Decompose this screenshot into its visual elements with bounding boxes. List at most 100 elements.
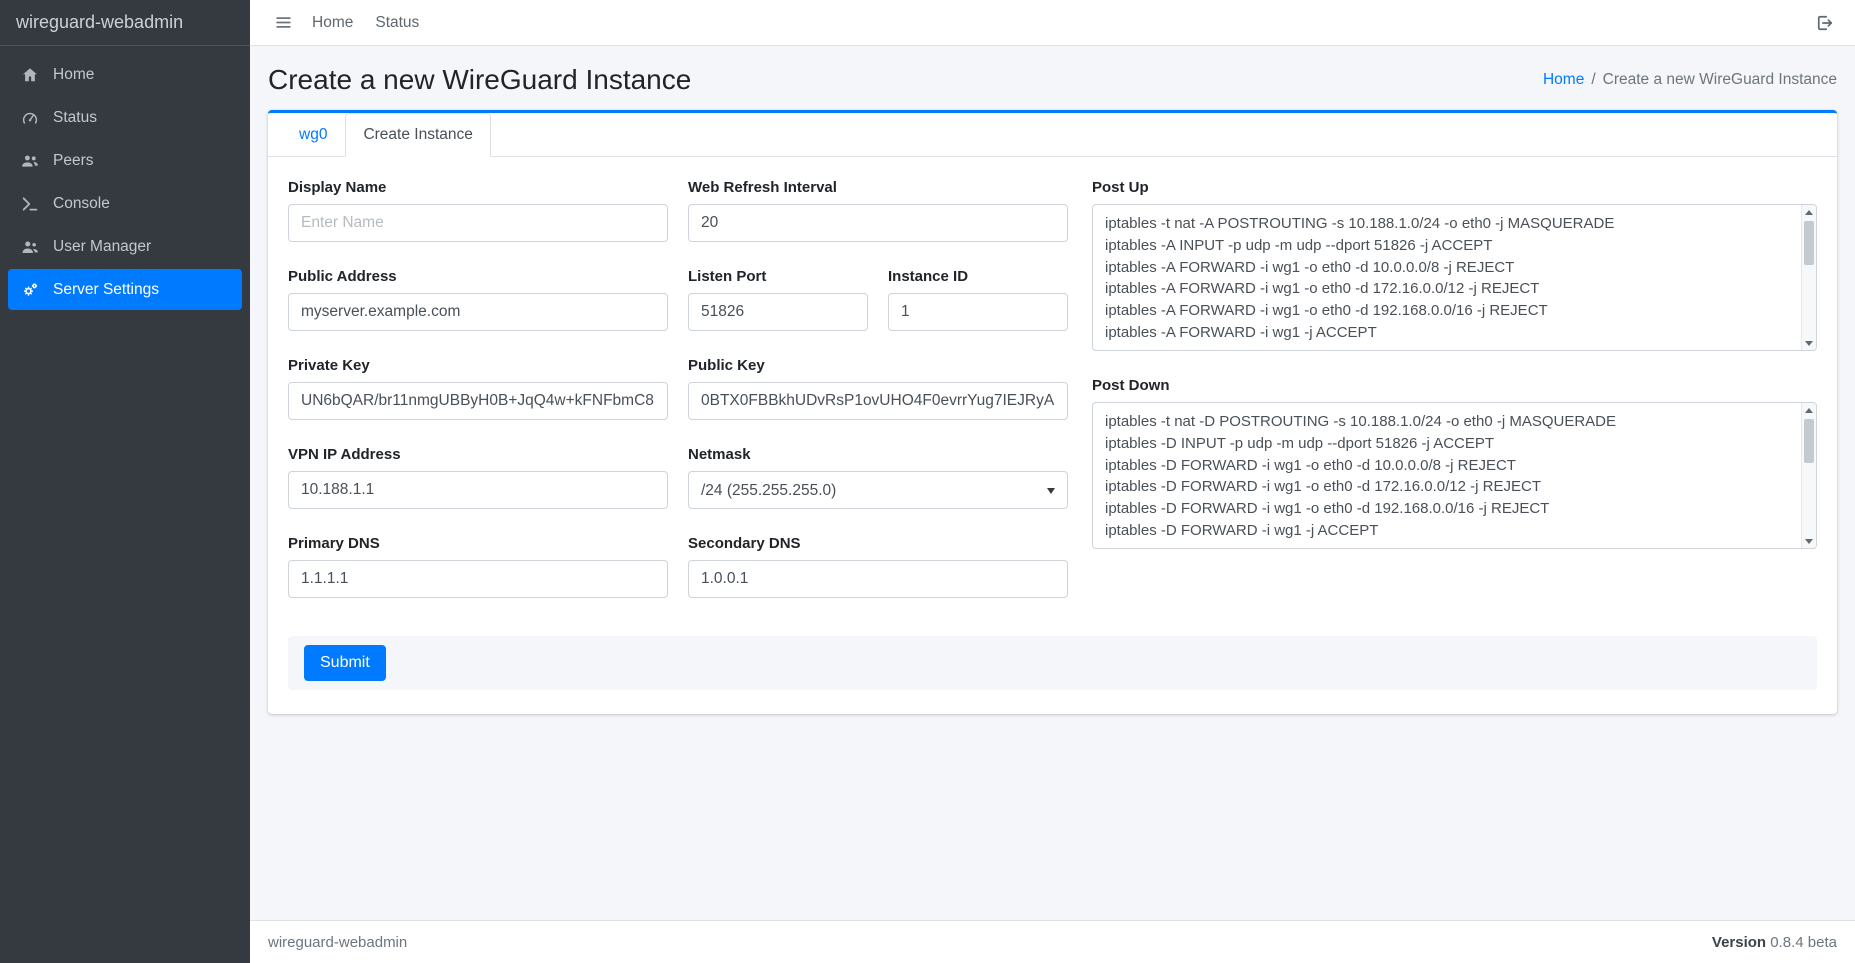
secondary-dns-group: Secondary DNS — [688, 535, 1068, 598]
footer: wireguard-webadmin Version 0.8.4 beta — [250, 920, 1855, 963]
display-name-label: Display Name — [288, 179, 668, 196]
footer-version: Version 0.8.4 beta — [1712, 934, 1837, 951]
post-down-scrollbar[interactable] — [1801, 403, 1816, 548]
tachometer-icon — [18, 109, 42, 127]
private-key-input[interactable] — [288, 382, 668, 420]
secondary-dns-label: Secondary DNS — [688, 535, 1068, 552]
footer-brand: wireguard-webadmin — [268, 934, 407, 951]
breadcrumb-separator: / — [1591, 71, 1595, 89]
public-key-label: Public Key — [688, 357, 1068, 374]
content-header: Create a new WireGuard Instance Home / C… — [250, 46, 1855, 110]
sidebar-item-label: Home — [53, 66, 94, 84]
submit-button[interactable]: Submit — [304, 645, 386, 681]
vpn-ip-label: VPN IP Address — [288, 446, 668, 463]
scroll-down-arrow-icon[interactable] — [1802, 534, 1816, 548]
topbar: Home Status — [250, 0, 1855, 46]
tab-wg0[interactable]: wg0 — [281, 113, 345, 157]
terminal-icon — [18, 195, 42, 213]
form-left-columns: Display Name Web Refresh Interval Public… — [288, 179, 1068, 624]
public-key-input[interactable] — [688, 382, 1068, 420]
sidebar-item-label: Peers — [53, 152, 94, 170]
sidebar-item-label: User Manager — [53, 238, 151, 256]
gears-icon — [18, 281, 42, 299]
web-refresh-interval-input[interactable] — [688, 204, 1068, 242]
hamburger-icon[interactable] — [266, 13, 301, 32]
post-up-scrollbar[interactable] — [1801, 205, 1816, 350]
topbar-link-status[interactable]: Status — [364, 14, 430, 32]
scroll-down-arrow-icon[interactable] — [1802, 336, 1816, 350]
sidebar-menu: Home Status Peers Console User Manager — [0, 46, 250, 318]
logout-icon[interactable] — [1811, 13, 1839, 33]
listen-port-label: Listen Port — [688, 268, 868, 285]
breadcrumb: Home / Create a new WireGuard Instance — [1543, 71, 1837, 89]
post-down-scroll-thumb[interactable] — [1804, 419, 1814, 463]
private-key-label: Private Key — [288, 357, 668, 374]
sidebar-item-console[interactable]: Console — [8, 183, 242, 224]
home-icon — [18, 66, 42, 84]
post-down-group: Post Down iptables -t nat -D POSTROUTING… — [1092, 377, 1817, 549]
post-up-scroll-thumb[interactable] — [1804, 221, 1814, 265]
users-icon — [18, 152, 42, 170]
primary-dns-group: Primary DNS — [288, 535, 668, 598]
primary-dns-input[interactable] — [288, 560, 668, 598]
submit-band: Submit — [288, 636, 1817, 690]
sidebar: wireguard-webadmin Home Status Peers Con… — [0, 0, 250, 963]
post-down-textarea[interactable]: iptables -t nat -D POSTROUTING -s 10.188… — [1092, 402, 1817, 549]
listen-port-input[interactable] — [688, 293, 868, 331]
post-up-group: Post Up iptables -t nat -A POSTROUTING -… — [1092, 179, 1817, 351]
sidebar-item-label: Server Settings — [53, 281, 159, 299]
secondary-dns-input[interactable] — [688, 560, 1068, 598]
card-tabs: wg0 Create Instance — [268, 113, 1837, 157]
instance-id-input[interactable] — [888, 293, 1068, 331]
breadcrumb-home-link[interactable]: Home — [1543, 71, 1584, 89]
instance-card: wg0 Create Instance Display Name Web — [268, 110, 1837, 714]
brand-link[interactable]: wireguard-webadmin — [0, 0, 250, 46]
vpn-ip-group: VPN IP Address — [288, 446, 668, 509]
scroll-up-arrow-icon[interactable] — [1802, 205, 1816, 219]
netmask-label: Netmask — [688, 446, 1068, 463]
private-key-group: Private Key — [288, 357, 668, 420]
web-refresh-interval-label: Web Refresh Interval — [688, 179, 1068, 196]
topbar-link-home[interactable]: Home — [301, 14, 364, 32]
page-title: Create a new WireGuard Instance — [268, 64, 691, 96]
content: Create a new WireGuard Instance Home / C… — [250, 46, 1855, 920]
vpn-ip-input[interactable] — [288, 471, 668, 509]
post-up-label: Post Up — [1092, 179, 1817, 196]
version-value: 0.8.4 beta — [1770, 934, 1837, 951]
post-up-scroll-track[interactable] — [1802, 219, 1816, 336]
scroll-up-arrow-icon[interactable] — [1802, 403, 1816, 417]
display-name-input[interactable] — [288, 204, 668, 242]
primary-dns-label: Primary DNS — [288, 535, 668, 552]
breadcrumb-current: Create a new WireGuard Instance — [1603, 71, 1837, 89]
version-label: Version — [1712, 934, 1766, 951]
listen-port-group: Listen Port — [688, 268, 868, 331]
form-right-column: Post Up iptables -t nat -A POSTROUTING -… — [1092, 179, 1817, 624]
netmask-select-wrap: /24 (255.255.255.0) — [688, 471, 1068, 509]
public-address-group: Public Address — [288, 268, 668, 331]
sidebar-item-home[interactable]: Home — [8, 54, 242, 95]
instance-id-label: Instance ID — [888, 268, 1068, 285]
card-body: Display Name Web Refresh Interval Public… — [268, 157, 1837, 714]
post-down-scroll-track[interactable] — [1802, 417, 1816, 534]
netmask-group: Netmask /24 (255.255.255.0) — [688, 446, 1068, 509]
sidebar-item-status[interactable]: Status — [8, 97, 242, 138]
form-grid: Display Name Web Refresh Interval Public… — [288, 179, 1817, 624]
sidebar-item-server-settings[interactable]: Server Settings — [8, 269, 242, 310]
public-address-input[interactable] — [288, 293, 668, 331]
post-up-textarea[interactable]: iptables -t nat -A POSTROUTING -s 10.188… — [1092, 204, 1817, 351]
post-down-label: Post Down — [1092, 377, 1817, 394]
sidebar-item-label: Status — [53, 109, 97, 127]
sidebar-item-user-manager[interactable]: User Manager — [8, 226, 242, 267]
web-refresh-interval-group: Web Refresh Interval — [688, 179, 1068, 242]
post-down-wrap: iptables -t nat -D POSTROUTING -s 10.188… — [1092, 402, 1817, 549]
public-address-label: Public Address — [288, 268, 668, 285]
post-up-wrap: iptables -t nat -A POSTROUTING -s 10.188… — [1092, 204, 1817, 351]
sidebar-item-label: Console — [53, 195, 110, 213]
instance-id-group: Instance ID — [888, 268, 1068, 331]
sidebar-item-peers[interactable]: Peers — [8, 140, 242, 181]
user-group-icon — [18, 238, 42, 256]
public-key-group: Public Key — [688, 357, 1068, 420]
tab-create-instance[interactable]: Create Instance — [345, 113, 490, 157]
main-column: Home Status Create a new WireGuard Insta… — [250, 0, 1855, 963]
netmask-select[interactable]: /24 (255.255.255.0) — [688, 471, 1068, 509]
